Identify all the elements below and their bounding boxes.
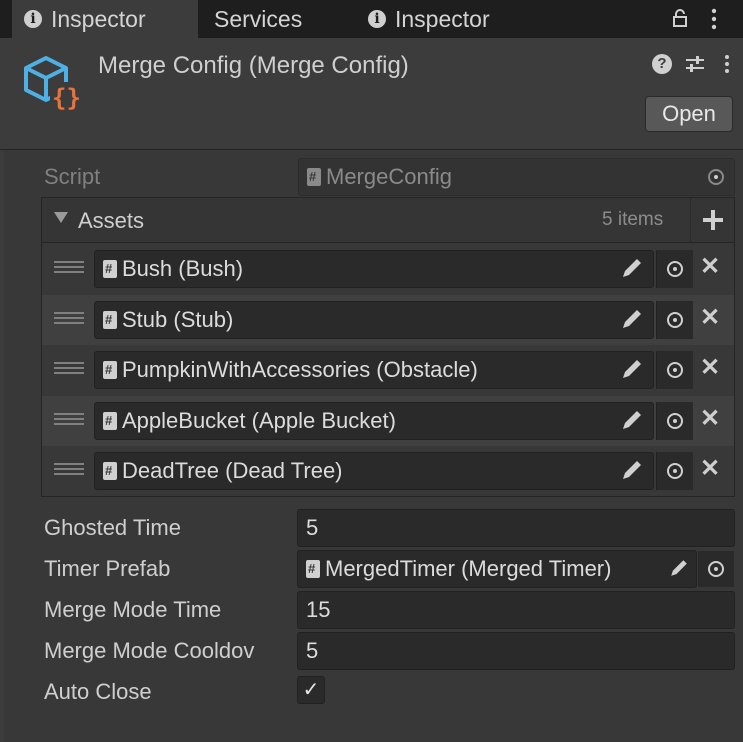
assets-count: 5 items — [602, 209, 664, 230]
prefab-icon — [103, 361, 117, 379]
target-icon — [667, 261, 683, 277]
target-icon — [667, 362, 683, 378]
tab-label: Inspector — [395, 5, 490, 32]
list-item: PumpkinWithAccessories (Obstacle) ✕ — [42, 345, 734, 395]
object-picker-button[interactable] — [656, 250, 693, 288]
tab-label: Inspector — [51, 5, 146, 32]
prefab-icon — [103, 412, 117, 430]
object-picker-button[interactable] — [656, 402, 693, 440]
ghosted-time-label: Ghosted Time — [44, 515, 181, 540]
merge-mode-cooldown-field[interactable]: 5 — [297, 632, 735, 670]
assets-header[interactable]: Assets 5 items — [42, 198, 734, 243]
asset-object-field[interactable]: Stub (Stub) — [94, 301, 654, 339]
prefab-icon — [306, 560, 320, 578]
pencil-icon[interactable] — [617, 304, 647, 334]
merge-mode-time-label: Merge Mode Time — [44, 597, 222, 622]
script-value: MergeConfig — [326, 164, 452, 189]
list-item: Bush (Bush) ✕ — [42, 244, 734, 294]
pencil-icon[interactable] — [666, 555, 692, 581]
kebab-menu-icon[interactable] — [722, 54, 732, 74]
info-icon: i — [368, 10, 386, 28]
auto-close-label: Auto Close — [44, 679, 152, 704]
asset-object-field[interactable]: DeadTree (Dead Tree) — [94, 452, 654, 490]
ghosted-time-field[interactable]: 5 — [297, 509, 735, 547]
tab-inspector-active[interactable]: i Inspector — [12, 0, 198, 38]
assets-label: Assets — [78, 208, 145, 233]
remove-item-icon[interactable]: ✕ — [700, 404, 720, 433]
merge-mode-cooldown-label: Merge Mode Cooldov — [44, 638, 255, 663]
tab-label: Services — [214, 5, 303, 32]
inspector-title: Merge Config (Merge Config) — [98, 52, 409, 79]
pencil-icon[interactable] — [617, 405, 647, 435]
drag-handle-icon[interactable] — [54, 413, 84, 427]
timer-prefab-value: MergedTimer (Merged Timer) — [325, 556, 612, 581]
help-icon[interactable]: ? — [652, 54, 672, 74]
tab-inspector-2[interactable]: i Inspector — [368, 0, 490, 38]
pencil-icon[interactable] — [617, 354, 647, 384]
script-field: MergeConfig — [298, 158, 735, 196]
asset-object-field[interactable]: Bush (Bush) — [94, 250, 654, 288]
remove-item-icon[interactable]: ✕ — [700, 454, 720, 483]
ghosted-time-value: 5 — [306, 515, 319, 540]
timer-prefab-field[interactable]: MergedTimer (Merged Timer) — [297, 550, 697, 588]
target-icon — [708, 561, 724, 577]
script-label: Script — [44, 164, 101, 189]
asset-value: AppleBucket (Apple Bucket) — [122, 408, 396, 433]
asset-object-field[interactable]: PumpkinWithAccessories (Obstacle) — [94, 351, 654, 389]
pencil-icon[interactable] — [617, 253, 647, 283]
target-icon — [667, 413, 683, 429]
pencil-icon[interactable] — [617, 455, 647, 485]
tab-bar: i Inspector Services i Inspector — [0, 0, 743, 39]
drag-handle-icon[interactable] — [54, 463, 84, 477]
kebab-menu-icon[interactable] — [708, 8, 720, 30]
scriptable-object-icon: {} — [24, 56, 82, 112]
prefab-icon — [103, 462, 117, 480]
asset-value: Stub (Stub) — [122, 307, 234, 332]
remove-item-icon[interactable]: ✕ — [700, 252, 720, 281]
remove-item-icon[interactable]: ✕ — [700, 303, 720, 332]
svg-text:{}: {} — [52, 84, 81, 112]
asset-object-field[interactable]: AppleBucket (Apple Bucket) — [94, 402, 654, 440]
info-icon: i — [24, 10, 42, 28]
auto-close-checkbox[interactable]: ✓ — [297, 676, 325, 704]
list-item: Stub (Stub) ✕ — [42, 295, 734, 345]
target-icon — [667, 312, 683, 328]
asset-value: DeadTree (Dead Tree) — [122, 458, 343, 483]
remove-item-icon[interactable]: ✕ — [700, 353, 720, 382]
asset-value: PumpkinWithAccessories (Obstacle) — [122, 357, 478, 382]
foldout-arrow-icon[interactable] — [54, 212, 68, 223]
object-picker-button[interactable] — [656, 351, 693, 389]
drag-handle-icon[interactable] — [54, 312, 84, 326]
timer-prefab-label: Timer Prefab — [44, 556, 171, 581]
prefab-icon — [103, 311, 117, 329]
script-file-icon — [307, 168, 321, 186]
object-picker-button[interactable] — [656, 452, 693, 490]
list-item: AppleBucket (Apple Bucket) ✕ — [42, 396, 734, 446]
preset-icon[interactable] — [684, 54, 706, 74]
prefab-icon — [103, 260, 117, 278]
object-picker-icon — [698, 159, 734, 195]
object-picker-button[interactable] — [656, 301, 693, 339]
open-button[interactable]: Open — [645, 96, 733, 132]
tab-services[interactable]: Services — [214, 0, 302, 38]
list-item: DeadTree (Dead Tree) ✕ — [42, 446, 734, 496]
drag-handle-icon[interactable] — [54, 261, 84, 275]
object-picker-button[interactable] — [698, 551, 734, 587]
asset-value: Bush (Bush) — [122, 256, 244, 281]
add-item-button[interactable] — [690, 198, 735, 242]
target-icon — [667, 463, 683, 479]
merge-mode-time-field[interactable]: 15 — [297, 591, 735, 629]
merge-mode-time-value: 15 — [306, 597, 331, 622]
lock-icon[interactable] — [670, 8, 690, 28]
merge-mode-cooldown-value: 5 — [306, 638, 319, 663]
drag-handle-icon[interactable] — [54, 362, 84, 376]
